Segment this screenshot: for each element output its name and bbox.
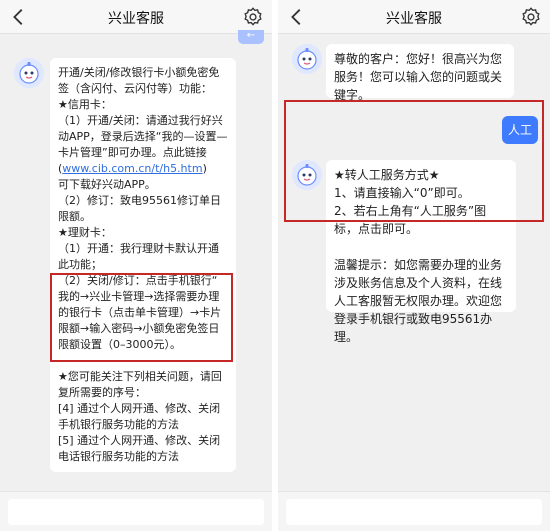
robot-avatar-icon [292,160,322,190]
bot-message-line: 我的→兴业卡管理→选择需要办理 [58,290,220,303]
bot-message-line: 限额→输入密码→小额免密免签日 [58,322,220,335]
bot-message-line: 的银行卡（点击单卡管理）→卡片 [58,306,222,319]
bot-message-line: （2）关闭/修订：点击手机银行“ [58,274,218,287]
chat-header: 兴业客服 [0,0,272,34]
user-message-bubble: 人工 [502,116,538,144]
bot-message-line: ★理财卡： [58,226,112,239]
bot-message-line: ★您可能关注下列相关问题，请回 [58,370,222,383]
bot-message-line: [5] 通过个人网开通、修改、关闭 [58,434,221,447]
bot-avatar [292,44,322,74]
bot-message-line: 卡片管理”即可办理。点此链接 [58,146,207,159]
page-title: 兴业客服 [108,11,164,27]
bot-message-line: 手机银行服务功能的方法 [58,418,179,431]
bot-greeting-bubble: 尊敬的客户：您好！很高兴为您服务！您可以输入您的问题或关键字。 [326,44,514,102]
gear-icon [244,7,262,26]
bot-message-line [58,352,228,368]
bot-message-bubble: 开通/关闭/修改银行卡小额免密免 签（含闪付、云闪付等）功能： ★信用卡： （1）开通… [50,58,236,472]
chat-panel-right: 兴业客服 尊敬的客户：您好！很高兴为您服务！您可以输入您的问题或关键字。 人工 [278,0,550,531]
page-title: 兴业客服 [386,11,442,27]
settings-button[interactable] [520,6,542,28]
message-input[interactable] [286,499,542,525]
bot-message-line: [4] 通过个人网开通、修改、关闭 [58,402,221,415]
bot-message-line: 限额。 [58,210,91,223]
bot-message-line: 此功能； [58,258,102,271]
bot-message-line: 复所需要的序号： [58,386,146,399]
gear-icon [522,7,540,26]
user-message-bubble-partial: ← [238,30,264,44]
input-bar [278,491,550,531]
settings-button[interactable] [242,6,264,28]
download-link[interactable]: www.cib.com.cn/t/h5.htm [62,162,202,175]
bot-message-line: (www.cib.com.cn/t/h5.htm) [58,162,207,175]
bot-avatar [14,58,44,88]
bot-message-line: 可下载好兴动APP。 [58,178,156,191]
bot-message-line: 动APP，登录后选择“我的—设置— [58,130,228,143]
bot-message-line: ★信用卡： [58,98,112,111]
bot-message-line: （1）开通：我行理财卡默认开通 [58,242,219,255]
bot-message-line: 开通/关闭/修改银行卡小额免密免 [58,66,220,79]
robot-avatar-icon [14,58,44,88]
bot-avatar [292,160,322,190]
chat-header: 兴业客服 [278,0,550,34]
bot-message-text: 开通/关闭/修改银行卡小额免密免 签（含闪付、云闪付等）功能： ★信用卡： （1）开通… [58,64,228,464]
bot-reply-bubble: ★转人工服务方式★ 1、请直接输入“0”即可。 2、若右上角有“人工服务”图标，… [326,160,516,344]
bot-message-line: （1）开通/关闭：请通过我行好兴 [58,114,223,127]
input-bar [0,491,272,531]
bot-message-line: （2）修订：致电95561修订单日 [58,194,221,207]
message-input[interactable] [8,499,264,525]
bot-message-line: 电话银行服务功能的方法 [58,450,179,463]
robot-avatar-icon [292,44,322,74]
chat-panel-left: 兴业客服 ← 开通/关闭/修改银行卡小额免密免 签（含闪付、云闪付等）功能： ★信用… [0,0,272,531]
bot-message-line: 签（含闪付、云闪付等）功能： [58,82,212,95]
bot-message-line: 限额设置（0–3000元）。 [58,338,181,351]
